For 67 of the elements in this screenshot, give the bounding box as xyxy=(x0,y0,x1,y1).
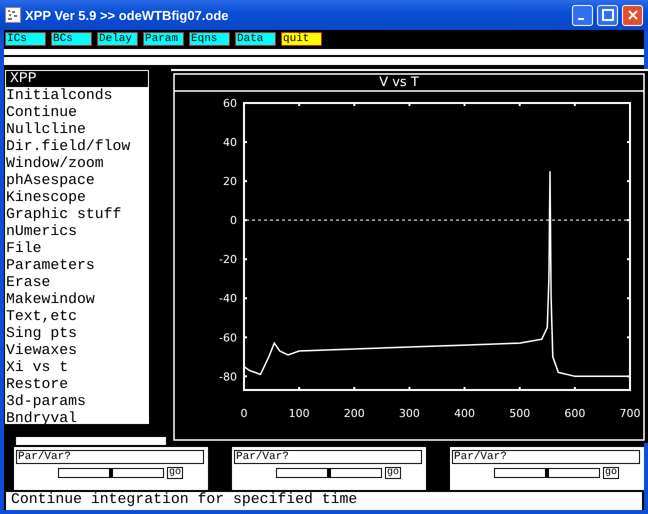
window-title: XPP Ver 5.9 >> odeWTBfig07.ode xyxy=(25,8,230,22)
x-tick-label: 600 xyxy=(564,406,586,420)
parameter-field[interactable]: Par/Var? xyxy=(452,450,640,464)
menu-button[interactable]: Delay xyxy=(97,32,138,46)
x-tick-label: 300 xyxy=(398,406,420,420)
menu-item[interactable]: Graphic stuff xyxy=(5,206,149,224)
menu-item[interactable]: Text,etc xyxy=(5,308,149,326)
x-tick-label: 100 xyxy=(288,406,310,420)
y-tick-label: -60 xyxy=(219,330,237,344)
x-tick-label: 0 xyxy=(240,406,248,420)
status-bar: Continue integration for specified time xyxy=(6,490,642,510)
minimize-icon xyxy=(578,18,584,20)
go-button[interactable]: go xyxy=(603,466,620,479)
menu-item[interactable]: Erase xyxy=(5,274,149,292)
close-icon xyxy=(626,9,638,21)
menu-item[interactable]: Kinescope xyxy=(5,190,149,207)
menu-item[interactable]: Window/zoom xyxy=(5,156,149,173)
minimize-button[interactable] xyxy=(572,4,593,26)
slider-track[interactable] xyxy=(58,468,164,478)
y-tick-label: 0 xyxy=(230,214,237,227)
menu-button[interactable]: BCs xyxy=(51,32,92,46)
menu-item[interactable]: nUmerics xyxy=(5,224,149,241)
menu-item[interactable]: 3d-params xyxy=(5,394,149,411)
menu-item[interactable]: Viewaxes xyxy=(5,342,149,360)
menu-item[interactable]: Xi vs t xyxy=(5,360,149,377)
command-bar[interactable] xyxy=(4,56,644,65)
menu-button[interactable]: quit xyxy=(281,32,322,46)
menu-item[interactable]: Dir.field/flow xyxy=(5,138,149,156)
y-tick-label: -20 xyxy=(219,252,237,266)
slider-thumb[interactable] xyxy=(109,468,113,478)
parameter-field[interactable]: Par/Var? xyxy=(234,450,422,464)
y-tick-label: 20 xyxy=(223,174,237,188)
menu-button[interactable]: Eqns xyxy=(189,32,230,46)
menu-item[interactable]: Makewindow xyxy=(5,292,149,309)
go-button[interactable]: go xyxy=(167,466,184,479)
menu-item[interactable]: phAsespace xyxy=(5,172,149,190)
x-tick-label: 500 xyxy=(509,406,530,420)
maximize-icon xyxy=(602,9,614,21)
menu-item[interactable]: Restore xyxy=(5,376,149,394)
parameter-field[interactable]: Par/Var? xyxy=(16,450,204,464)
slider-thumb[interactable] xyxy=(545,468,549,478)
y-tick-label: -80 xyxy=(219,370,237,384)
menu-button[interactable]: Param xyxy=(143,32,184,46)
x-tick-label: 200 xyxy=(344,406,365,420)
chart-title: V vs T xyxy=(379,74,419,90)
y-tick-label: 60 xyxy=(223,96,237,110)
menu-item[interactable]: Initialconds xyxy=(5,88,149,105)
x-tick-label: 700 xyxy=(620,406,640,420)
app-icon xyxy=(5,7,21,23)
menu-title: XPP xyxy=(5,70,149,88)
y-tick-label: -40 xyxy=(219,292,237,305)
slider-thumb[interactable] xyxy=(327,468,331,478)
maximize-button[interactable] xyxy=(597,4,618,26)
menu-button[interactable]: Data xyxy=(235,32,276,46)
menu-item[interactable]: File xyxy=(5,240,149,258)
menu-item[interactable]: Parameters xyxy=(5,258,149,275)
y-tick-label: 40 xyxy=(223,136,237,149)
slider-track[interactable] xyxy=(494,468,600,478)
menu-item[interactable]: Nullcline xyxy=(5,122,149,139)
menu-item[interactable]: Bndryval xyxy=(5,410,149,428)
menu-item[interactable]: Sing pts xyxy=(5,326,149,343)
go-button[interactable]: go xyxy=(385,466,402,479)
menu-button[interactable]: ICs xyxy=(5,32,46,46)
slider-track[interactable] xyxy=(276,468,382,478)
close-button[interactable] xyxy=(622,4,643,26)
menu-item[interactable]: Continue xyxy=(5,104,149,122)
x-tick-label: 400 xyxy=(454,406,476,420)
